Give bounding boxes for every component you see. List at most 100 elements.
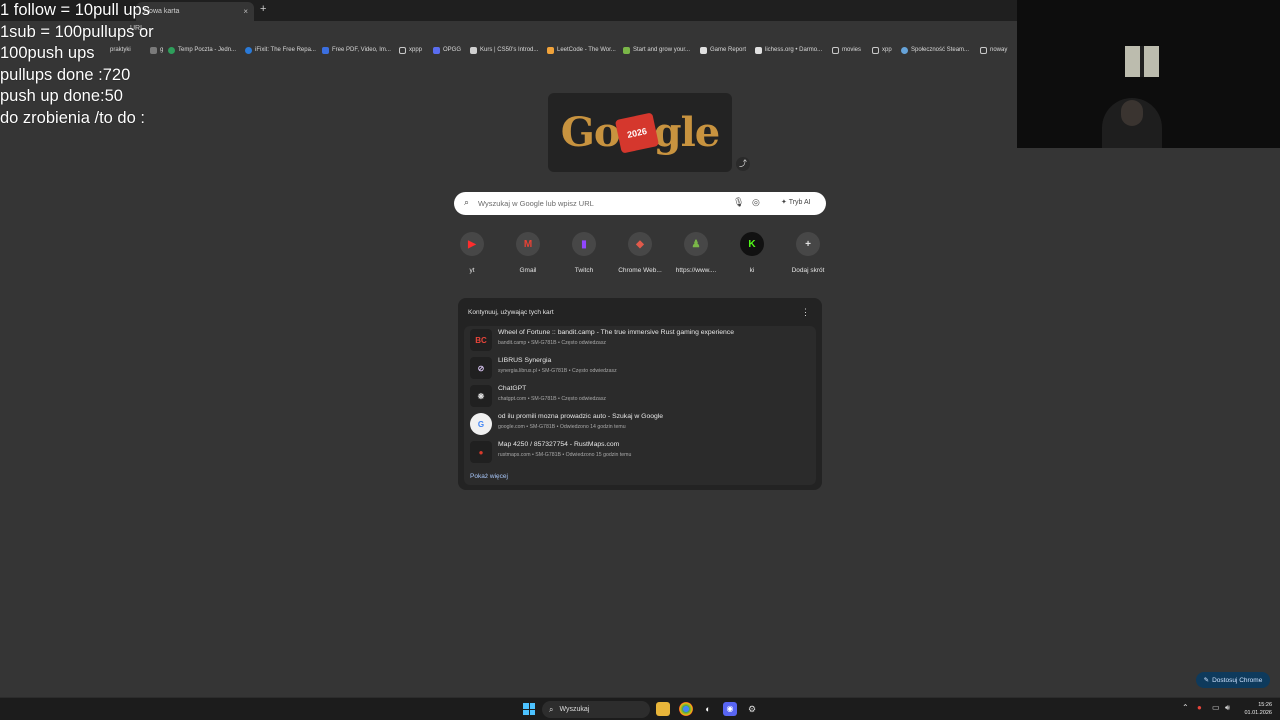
shortcut-gmail[interactable]: M Gmail bbox=[500, 232, 556, 274]
close-tab-icon[interactable]: × bbox=[243, 7, 248, 16]
item-subtitle: synergia.librus.pl • SM-G781B • Często o… bbox=[498, 368, 617, 374]
bookmark-item[interactable]: Free PDF, Video, Im... bbox=[322, 46, 391, 54]
bookmark-item[interactable]: iFixit: The Free Repa... bbox=[245, 46, 316, 54]
shortcut-chess[interactable]: ♟ https://www.... bbox=[668, 232, 724, 274]
ai-mode-button[interactable]: ✦ Tryb AI bbox=[777, 197, 815, 207]
show-more-link[interactable]: Pokaż więcej bbox=[470, 473, 508, 480]
bookmark-item[interactable]: Temp Poczta - Jedn... bbox=[168, 46, 236, 54]
new-tab-button[interactable]: + bbox=[260, 3, 266, 15]
chrome-icon[interactable] bbox=[679, 702, 693, 716]
steam-icon bbox=[901, 46, 908, 54]
microphone-icon[interactable]: ● bbox=[1197, 703, 1202, 712]
bookmark-label: Game Report bbox=[710, 47, 747, 53]
twitch-icon: ▮ bbox=[572, 232, 596, 256]
search-icon: ⌕ bbox=[464, 197, 470, 207]
taskbar-search-label: Wyszukaj bbox=[559, 706, 590, 713]
temp-mail-icon bbox=[168, 46, 175, 54]
item-title: Wheel of Fortune :: bandit.camp - The tr… bbox=[498, 329, 734, 336]
add-shortcut-button[interactable]: + Dodaj skrót bbox=[780, 232, 836, 274]
discord-icon[interactable]: ◉ bbox=[723, 702, 737, 716]
list-item[interactable]: BC Wheel of Fortune :: bandit.camp - The… bbox=[468, 327, 812, 353]
lichess-icon bbox=[755, 46, 762, 54]
search-box[interactable]: ⌕ 🎙︎ ◎ ✦ Tryb AI bbox=[454, 192, 826, 215]
shortcut-label: yt bbox=[469, 267, 475, 274]
webcam-feed bbox=[1017, 0, 1280, 148]
bookmark-item[interactable]: Game Report bbox=[700, 46, 747, 54]
bookmark-item[interactable]: movies bbox=[832, 46, 861, 54]
tab-new-tab[interactable]: Nowa karta × bbox=[136, 2, 254, 21]
shopify-icon bbox=[623, 46, 630, 54]
file-explorer-icon[interactable] bbox=[656, 702, 670, 716]
doodle-letters-gle: gle bbox=[653, 109, 721, 156]
shortcut-twitch[interactable]: ▮ Twitch bbox=[556, 232, 612, 274]
shortcut-chrome-web-store[interactable]: ◆ Chrome Web... bbox=[612, 232, 668, 274]
bookmark-label: LeetCode - The Wor... bbox=[557, 47, 616, 53]
bookmark-label: iFixit: The Free Repa... bbox=[255, 47, 316, 53]
folder-icon bbox=[832, 46, 839, 54]
card-header: Kontynuuj, używając tych kart bbox=[468, 309, 554, 316]
windows-start-icon[interactable] bbox=[523, 703, 535, 715]
share-doodle-icon[interactable]: ⤴ bbox=[736, 157, 750, 171]
bookmark-item[interactable]: Społeczność Steam... bbox=[901, 46, 970, 54]
chevron-up-icon[interactable]: ⌃ bbox=[1182, 703, 1189, 712]
chatgpt-icon: ❋ bbox=[470, 385, 492, 407]
list-item[interactable]: ● Map 4250 / 857327754 - RustMaps.com ru… bbox=[468, 439, 812, 465]
shortcut-label: Dodaj skrót bbox=[791, 267, 825, 274]
google-icon: G bbox=[470, 413, 492, 435]
shortcut-label: Gmail bbox=[519, 267, 537, 274]
leetcode-icon bbox=[547, 46, 554, 54]
window-in-webcam bbox=[1125, 46, 1159, 77]
bookmark-item[interactable]: OPGG bbox=[433, 46, 461, 54]
monitor-icon[interactable]: ▭ bbox=[1212, 703, 1220, 712]
app-icon[interactable]: ◐ bbox=[701, 702, 715, 716]
windows-taskbar: ⌕ Wyszukaj ◐ ◉ ⚙ ⌃ ● ▭ 🔊︎ 15:26 01.01.20… bbox=[0, 697, 1280, 720]
bookmark-item[interactable]: lichess.org • Darmo... bbox=[755, 46, 822, 54]
list-item[interactable]: ❋ ChatGPT chatgpt.com • SM-G781B • Częst… bbox=[468, 383, 812, 409]
folder-icon bbox=[980, 46, 987, 54]
bookmark-label: Start and grow your... bbox=[633, 47, 691, 53]
bookmark-item[interactable]: Start and grow your... bbox=[623, 46, 691, 54]
item-title: od ilu promili mozna prowadzic auto - Sz… bbox=[498, 413, 664, 420]
google-lens-icon[interactable]: ◎ bbox=[752, 197, 760, 208]
google-doodle[interactable]: G o 2026 gle bbox=[548, 93, 732, 172]
clock-date: 01.01.2026 bbox=[1244, 710, 1272, 716]
item-title: LIBRUS Synergia bbox=[498, 357, 552, 364]
shortcut-label: Twitch bbox=[574, 267, 594, 274]
overlay-line: 1sub = 100pullups or bbox=[0, 22, 154, 41]
pencil-icon: ✎ bbox=[1203, 677, 1210, 684]
ifixit-icon bbox=[245, 46, 252, 54]
overlay-line: push up done:50 bbox=[0, 87, 123, 105]
search-input[interactable] bbox=[478, 196, 708, 211]
list-item[interactable]: ⊘ LIBRUS Synergia synergia.librus.pl • S… bbox=[468, 355, 812, 381]
search-icon: ⌕ bbox=[549, 704, 554, 714]
item-title: Map 4250 / 857327754 - RustMaps.com bbox=[498, 441, 620, 448]
volume-icon[interactable]: 🔊︎ bbox=[1225, 703, 1230, 713]
cs50-icon bbox=[470, 46, 477, 54]
shield-icon bbox=[322, 46, 329, 54]
more-options-icon[interactable]: ⋮ bbox=[801, 307, 810, 318]
bookmark-label: g bbox=[160, 47, 164, 53]
bookmark-item[interactable]: Kurs | CS50's Introd... bbox=[470, 46, 538, 54]
system-clock[interactable]: 15:26 01.01.2026 bbox=[1238, 701, 1272, 717]
calendar-2026-icon: 2026 bbox=[614, 111, 659, 154]
doodle-letter-g: G bbox=[560, 109, 595, 156]
shortcut-yt[interactable]: ▶ yt bbox=[444, 232, 500, 274]
list-item[interactable]: G od ilu promili mozna prowadzic auto - … bbox=[468, 411, 812, 437]
card-list: BC Wheel of Fortune :: bandit.camp - The… bbox=[464, 326, 816, 485]
customize-chrome-button[interactable]: ✎ Dostosuj Chrome bbox=[1196, 672, 1270, 688]
bookmark-item[interactable]: noway bbox=[980, 46, 1007, 54]
bookmark-label: xppp bbox=[409, 47, 423, 53]
gmail-icon: M bbox=[516, 232, 540, 256]
taskbar-search[interactable]: ⌕ Wyszukaj bbox=[542, 701, 650, 718]
overlay-line: 1 follow = 10pull ups bbox=[0, 1, 150, 19]
chess-pawn-icon: ♟ bbox=[684, 232, 708, 256]
opgg-icon bbox=[433, 46, 440, 54]
microphone-icon[interactable]: 🎙︎ bbox=[733, 197, 744, 208]
bookmark-item[interactable]: LeetCode - The Wor... bbox=[547, 46, 616, 54]
bookmark-label: Społeczność Steam... bbox=[911, 47, 970, 53]
bookmark-item[interactable]: xppp bbox=[399, 46, 423, 54]
shortcut-ki[interactable]: K ki bbox=[724, 232, 780, 274]
folder-icon bbox=[399, 46, 406, 54]
bookmark-item[interactable]: xpp bbox=[872, 46, 892, 54]
steam-icon[interactable]: ⚙ bbox=[745, 702, 759, 716]
